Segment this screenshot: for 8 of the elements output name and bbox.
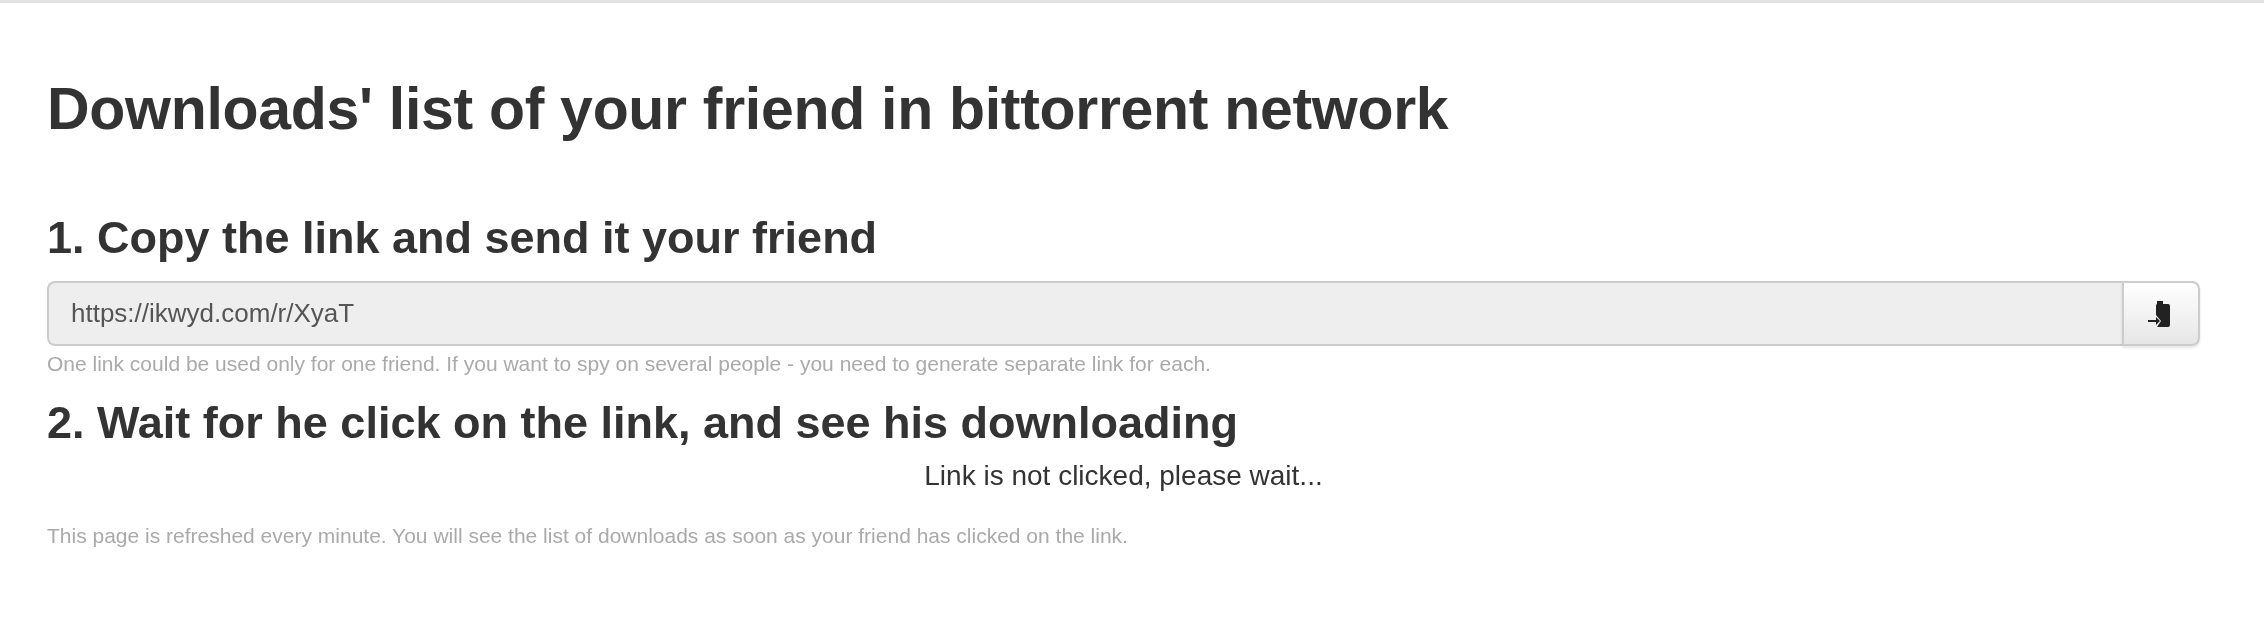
status-message: Link is not clicked, please wait... <box>924 460 1323 492</box>
help-text: One link could be used only for one friend. If you want to spy on several people - you need to generate separate link for each. <box>47 352 1212 376</box>
page-title: Downloads' list of your friend in bittorrent network <box>47 75 1450 143</box>
refresh-note: This page is refreshed every minute. You will see the list of downloads as soon as your friend has clicked on the link. <box>47 524 1129 548</box>
copy-button[interactable] <box>2122 281 2200 346</box>
link-field[interactable]: https://ikwyd.com/r/XyaT <box>47 281 2122 346</box>
step-heading: 1. Copy the link and send it your friend <box>47 211 879 265</box>
step-heading: 2. Wait for he click on the link, and see his downloading <box>47 396 1239 450</box>
